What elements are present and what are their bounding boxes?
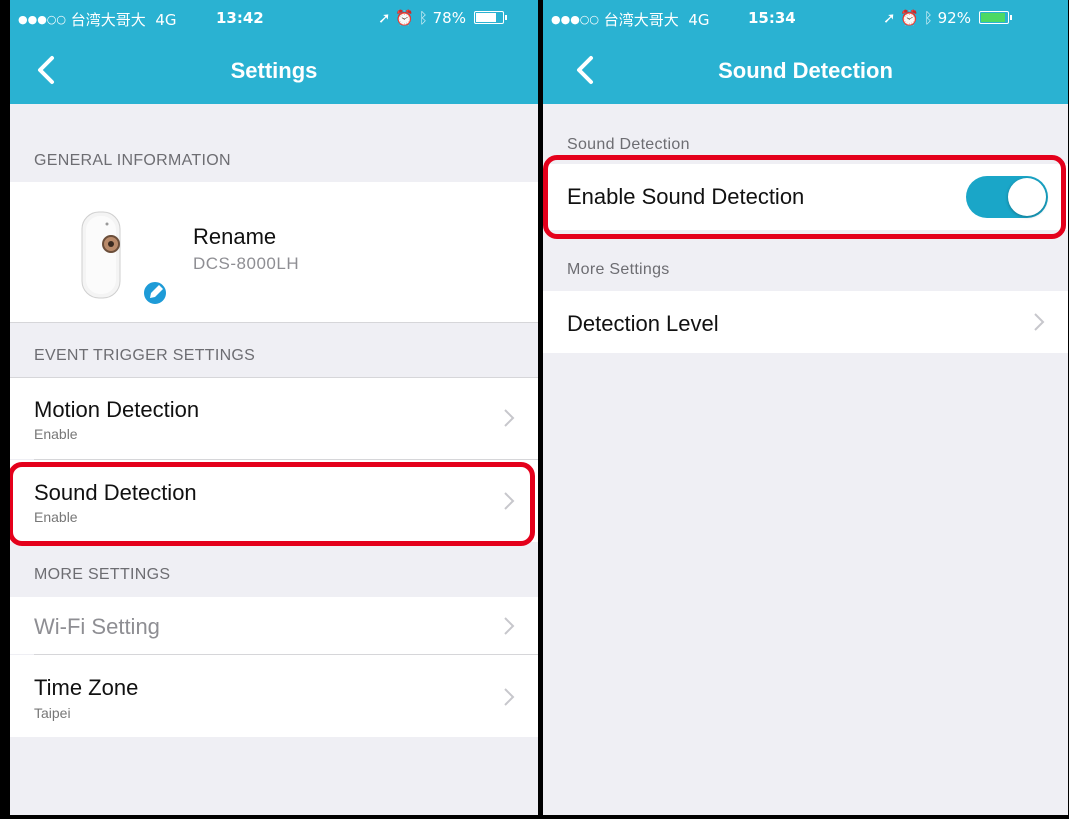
section-header-more-settings: MORE SETTINGS (34, 566, 171, 583)
detection-level-label: Detection Level (567, 311, 719, 336)
network-type: 4G (155, 11, 177, 29)
status-bar: ●●●○○ 台湾大哥大 4G 13:42 ➚ ⏰ ᛒ 78% (10, 0, 538, 36)
nav-bar: Sound Detection (543, 36, 1068, 104)
sound-detection-status: Enable (34, 509, 78, 525)
alarm-icon: ⏰ (395, 9, 415, 27)
alarm-icon: ⏰ (900, 9, 920, 27)
enable-sound-detection-row: Enable Sound Detection (543, 164, 1068, 230)
carrier-label: 台湾大哥大 (603, 11, 679, 29)
section-header-sound-detection: Sound Detection (567, 136, 690, 153)
device-name: Rename (193, 224, 277, 249)
page-title: Settings (230, 58, 318, 83)
battery-icon (978, 11, 1012, 24)
signal-strength-icon: ●●●○○ (18, 13, 66, 26)
battery-percent: 78% (432, 9, 466, 27)
enable-sound-detection-toggle[interactable] (966, 176, 1048, 218)
page-title: Sound Detection (718, 58, 893, 83)
sound-detection-screen: ●●●○○ 台湾大哥大 4G 15:34 ➚ ⏰ ᛒ 92% Sound Det… (543, 0, 1068, 815)
wifi-setting-label: Wi-Fi Setting (34, 614, 160, 639)
toggle-knob (1008, 178, 1046, 216)
sound-detection-label: Sound Detection (34, 480, 197, 505)
nav-bar: Settings (10, 36, 538, 104)
status-time: 13:42 (216, 9, 264, 27)
motion-detection-label: Motion Detection (34, 397, 200, 422)
motion-detection-row[interactable]: Motion Detection Enable (10, 378, 538, 459)
edit-pencil-icon[interactable] (143, 275, 169, 301)
battery-icon (473, 11, 507, 24)
bluetooth-icon: ᛒ (418, 9, 428, 27)
bluetooth-icon: ᛒ (923, 9, 933, 27)
chevron-right-icon (504, 409, 515, 427)
section-header-more-settings: More Settings (567, 261, 670, 278)
device-info-row[interactable]: Rename DCS-8000LH (10, 182, 538, 322)
motion-detection-status: Enable (34, 426, 78, 442)
carrier-label: 台湾大哥大 (70, 11, 146, 29)
wifi-setting-row[interactable]: Wi-Fi Setting (10, 597, 538, 654)
detection-level-row[interactable]: Detection Level (543, 291, 1068, 353)
signal-strength-icon: ●●●○○ (551, 13, 599, 26)
device-model: DCS-8000LH (193, 254, 300, 273)
divider (10, 322, 538, 323)
battery-percent: 92% (937, 9, 971, 27)
sound-detection-row[interactable]: Sound Detection Enable (10, 460, 538, 542)
section-header-event-trigger: EVENT TRIGGER SETTINGS (34, 347, 256, 364)
settings-screen: ●●●○○ 台湾大哥大 4G 13:42 ➚ ⏰ ᛒ 78% Settings … (10, 0, 538, 815)
chevron-right-icon (504, 617, 515, 635)
status-time: 15:34 (748, 9, 796, 27)
status-bar: ●●●○○ 台湾大哥大 4G 15:34 ➚ ⏰ ᛒ 92% (543, 0, 1068, 36)
time-zone-value: Taipei (34, 705, 71, 721)
network-type: 4G (688, 11, 710, 29)
chevron-right-icon (504, 688, 515, 706)
section-header-general: GENERAL INFORMATION (34, 152, 231, 169)
location-arrow-icon: ➚ (378, 9, 391, 27)
time-zone-label: Time Zone (34, 675, 139, 700)
location-arrow-icon: ➚ (883, 9, 896, 27)
enable-sound-detection-label: Enable Sound Detection (567, 184, 805, 209)
time-zone-row[interactable]: Time Zone Taipei (10, 655, 538, 737)
chevron-right-icon (1034, 313, 1045, 331)
chevron-right-icon (504, 492, 515, 510)
